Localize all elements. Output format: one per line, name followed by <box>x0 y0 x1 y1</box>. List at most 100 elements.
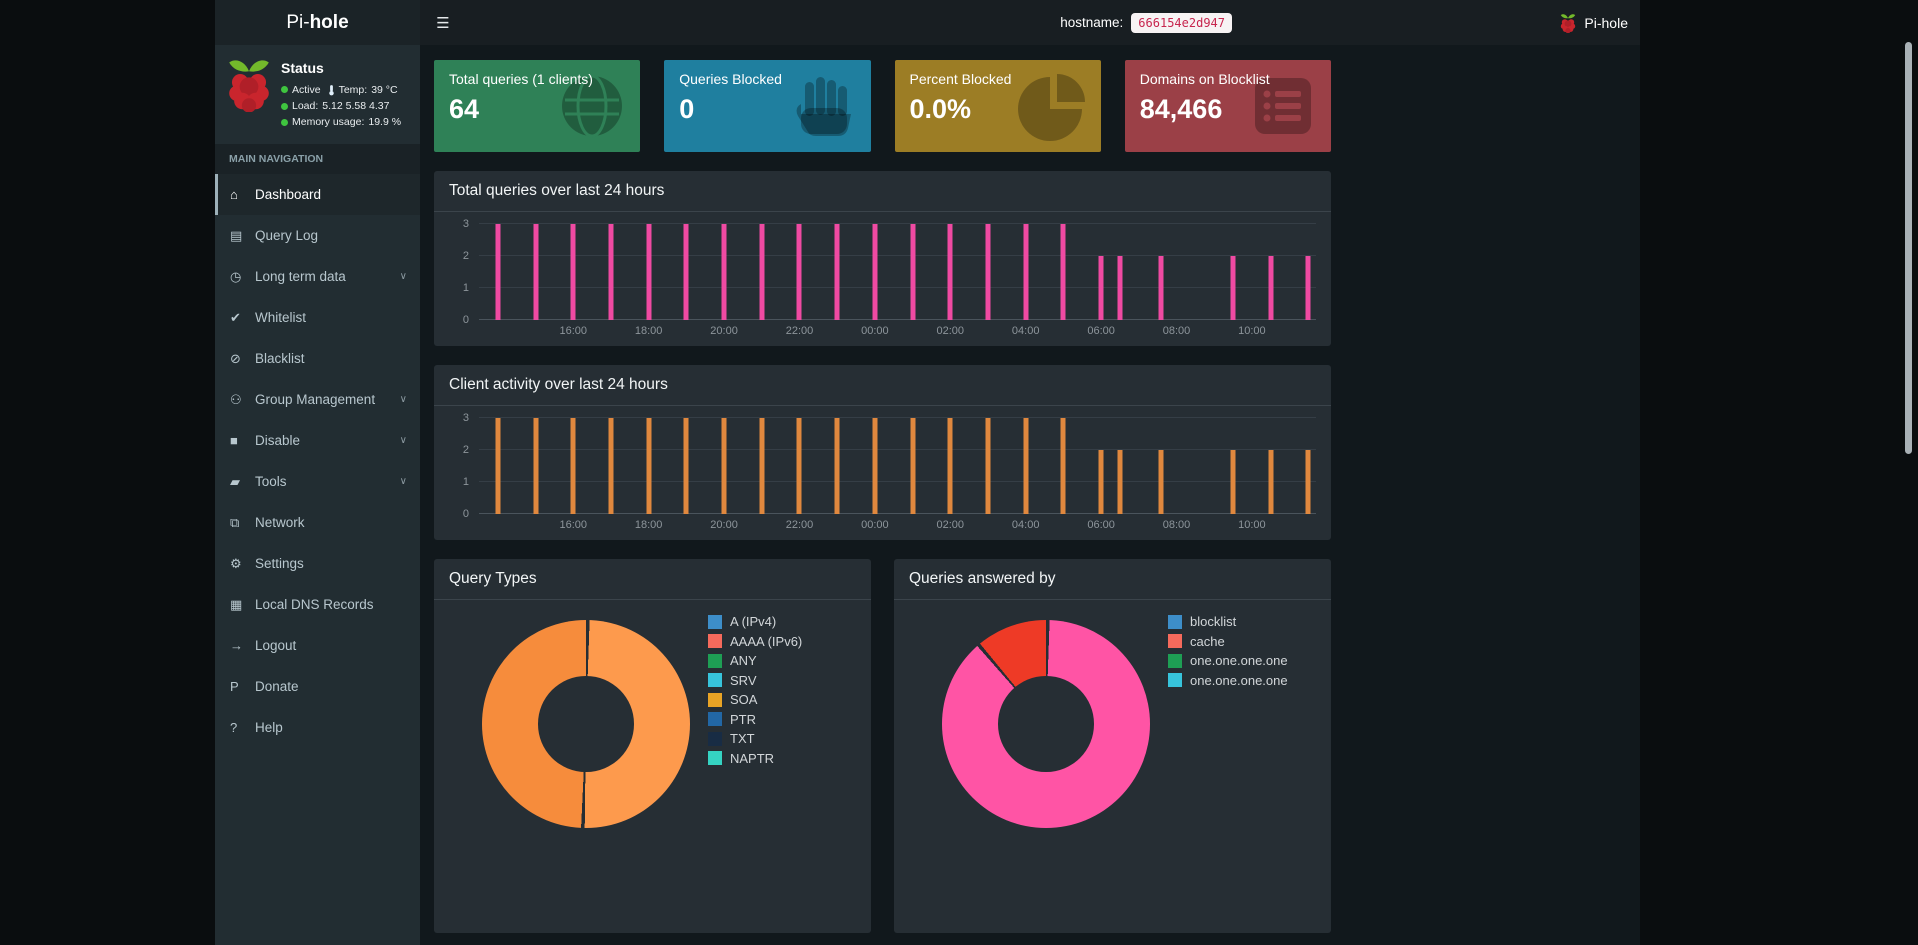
bar <box>985 418 991 514</box>
panel-title: Total queries over last 24 hours <box>434 171 1331 212</box>
stat-card-total-queries-1-clients-[interactable]: Total queries (1 clients) 64 <box>434 60 641 152</box>
bar <box>796 224 802 320</box>
sidebar-item-query-log[interactable]: ▤ Query Log <box>215 215 420 256</box>
panel-client-activity: Client activity over last 24 hours 0 1 2 3 … <box>434 365 1331 540</box>
x-tick-label: 16:00 <box>559 519 588 531</box>
legend-item[interactable]: SRV <box>708 673 802 688</box>
legend-item[interactable]: AAAA (IPv6) <box>708 634 802 649</box>
stat-card-domains-on-blocklist[interactable]: Domains on Blocklist 84,466 <box>1124 60 1331 152</box>
legend-item[interactable]: ANY <box>708 653 802 668</box>
sidebar-item-blacklist[interactable]: ⊘ Blacklist <box>215 338 420 379</box>
stat-card-title: Total queries (1 clients) <box>449 71 593 87</box>
legend-item[interactable]: PTR <box>708 712 802 727</box>
bar <box>1158 450 1164 514</box>
stat-card-queries-blocked[interactable]: Queries Blocked 0 <box>664 60 871 152</box>
legend-item[interactable]: one.one.one.one <box>1168 653 1288 668</box>
brand-suffix: hole <box>309 11 349 33</box>
legend-item[interactable]: blocklist <box>1168 614 1288 629</box>
x-tick-label: 22:00 <box>785 519 814 531</box>
sidebar-item-whitelist[interactable]: ✔ Whitelist <box>215 297 420 338</box>
navbar-body: ☰ hostname: 666154e2d947 Pi-hole <box>420 0 1640 45</box>
legend-label: blocklist <box>1190 614 1237 629</box>
bar <box>1023 418 1029 514</box>
bar <box>533 418 539 514</box>
sidebar-item-label: Disable <box>255 433 301 449</box>
legend-swatch <box>708 614 722 629</box>
bar <box>872 224 878 320</box>
gridline <box>479 417 1316 418</box>
gridline <box>479 223 1316 224</box>
sidebar-item-label: Blacklist <box>255 351 305 367</box>
status-load-line: Load: 5.12 5.58 4.37 <box>281 99 401 113</box>
home-icon: ⌂ <box>230 187 238 203</box>
sidebar-item-donate[interactable]: P Donate <box>215 666 420 707</box>
x-tick-label: 10:00 <box>1238 519 1266 531</box>
sidebar-item-group-management[interactable]: ⚇ Group Management ∨ <box>215 379 420 420</box>
x-tick-label: 20:00 <box>710 519 738 531</box>
sidebar-item-label: Help <box>255 720 283 736</box>
stat-card-percent-blocked[interactable]: Percent Blocked 0.0% <box>894 60 1101 152</box>
bar <box>721 418 727 514</box>
sidebar-item-logout[interactable]: → Logout <box>215 625 420 666</box>
sidebar-item-local-dns-records[interactable]: ▦ Local DNS Records <box>215 584 420 625</box>
legend-item[interactable]: TXT <box>708 731 802 746</box>
client-activity-chart: 0 1 2 3 16:00 18:00 20:00 22:00 00:00 02:00 04:00… <box>434 406 1331 540</box>
sidebar-item-label: Logout <box>255 638 297 654</box>
bar <box>495 224 501 320</box>
users-icon: ⚇ <box>230 391 242 407</box>
bar <box>1117 450 1123 514</box>
bar <box>570 418 576 514</box>
legend-swatch <box>708 751 722 765</box>
chevron-down-icon: ∨ <box>399 394 407 406</box>
legend-item[interactable]: one.one.one.one <box>1168 673 1288 688</box>
bar <box>646 224 652 320</box>
sidebar-item-settings[interactable]: ⚙ Settings <box>215 543 420 584</box>
panel-title: Queries answered by <box>894 559 1331 600</box>
legend-item[interactable]: cache <box>1168 634 1288 649</box>
hostname-label: hostname: <box>1060 15 1124 30</box>
sidebar-item-help[interactable]: ? Help <box>215 707 420 748</box>
raspberry-icon <box>1561 13 1576 33</box>
x-tick-label: 08:00 <box>1162 519 1191 531</box>
y-tick-label: 1 <box>462 282 469 294</box>
legend-swatch <box>1168 653 1182 668</box>
legend-item[interactable]: SOA <box>708 692 802 707</box>
legend-item[interactable]: NAPTR <box>708 751 802 766</box>
stat-card-title: Domains on Blocklist <box>1139 71 1270 87</box>
stat-card-title: Percent Blocked <box>909 71 1012 87</box>
sidebar-item-label: Group Management <box>255 392 376 408</box>
status-ok-icon <box>281 102 288 110</box>
sidebar-item-disable[interactable]: ■ Disable ∨ <box>215 420 420 461</box>
scrollbar[interactable] <box>1905 42 1912 454</box>
sidebar-item-tools[interactable]: ▰ Tools ∨ <box>215 461 420 502</box>
y-tick-label: 2 <box>462 250 469 262</box>
stat-card-title: Queries Blocked <box>679 71 782 87</box>
sidebar-item-network[interactable]: ⧉ Network <box>215 502 420 543</box>
sidebar-toggle-button[interactable]: ☰ <box>420 0 466 45</box>
bar <box>796 418 802 514</box>
legend-swatch <box>708 634 722 648</box>
legend-label: one.one.one.one <box>1190 653 1288 668</box>
x-tick-label: 04:00 <box>1011 325 1040 337</box>
pihole-home-link[interactable]: Pi-hole <box>1560 0 1628 45</box>
sidebar-item-label: Tools <box>255 474 287 490</box>
query-types-legend: A (IPv4) AAAA (IPv6) ANY SRV SOA PTR TXT NAPTR <box>708 614 802 770</box>
legend-swatch <box>708 731 722 746</box>
legend-label: NAPTR <box>730 750 775 766</box>
sidebar-item-label: Network <box>255 515 305 531</box>
brand-logo[interactable]: Pi-hole <box>215 0 420 45</box>
bar <box>834 224 840 320</box>
pihole-logo-icon <box>229 60 269 112</box>
legend-item[interactable]: A (IPv4) <box>708 614 802 629</box>
sidebar-item-dashboard[interactable]: ⌂ Dashboard <box>215 174 420 216</box>
sidebar-item-long-term-data[interactable]: ◷ Long term data ∨ <box>215 256 420 297</box>
panel-queries-answered: Queries answered by blocklist cache one.on… <box>894 559 1331 933</box>
address-book-icon: ▦ <box>230 596 243 612</box>
chevron-down-icon: ∨ <box>399 271 407 283</box>
gridline <box>479 287 1316 288</box>
folder-icon: ▰ <box>230 473 240 489</box>
status-panel: Status Active Temp: 39 °C Load: 5.12 5.5… <box>215 45 420 142</box>
status-ok-icon <box>281 118 288 126</box>
y-tick-label: 2 <box>462 444 469 456</box>
status-active-label: Active <box>292 83 321 96</box>
